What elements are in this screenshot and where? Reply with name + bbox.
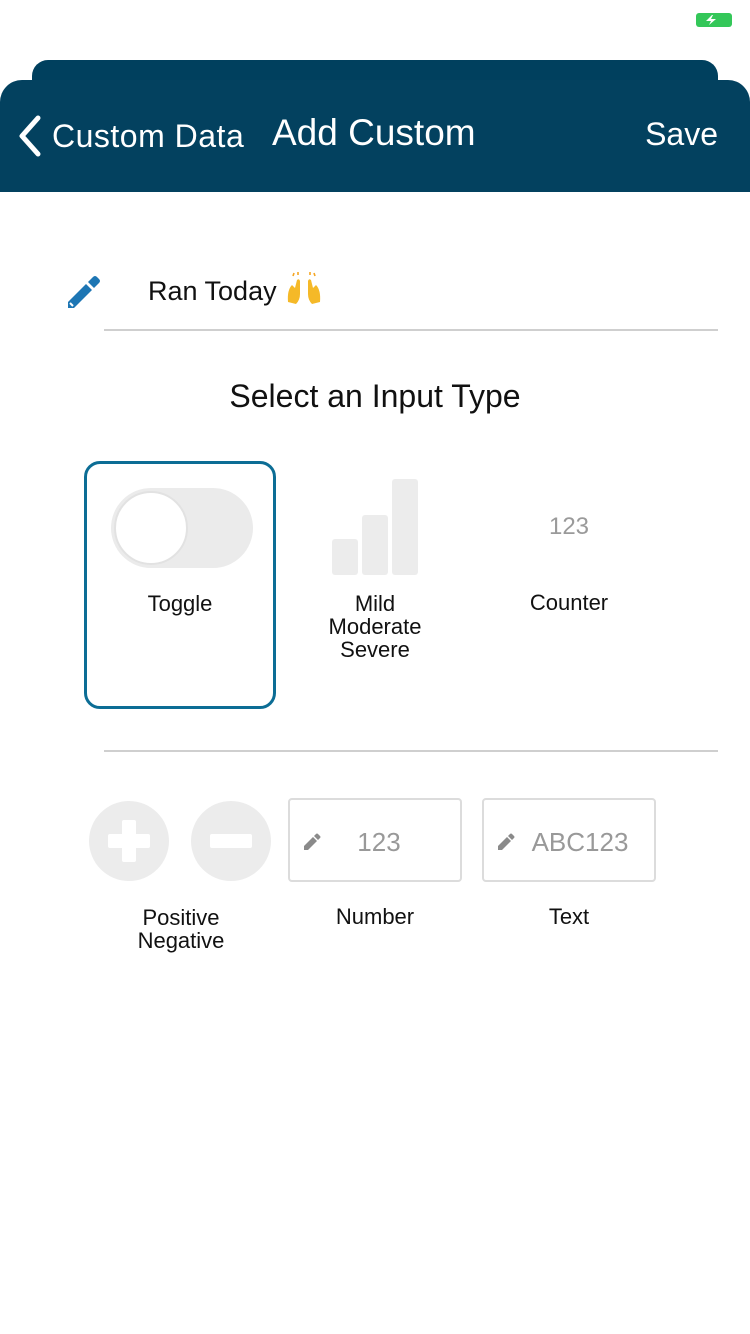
bar-high bbox=[392, 479, 418, 575]
plus-icon bbox=[108, 820, 150, 862]
text-label: Text bbox=[548, 904, 590, 929]
number-label: Number bbox=[335, 904, 415, 929]
section-title: Select an Input Type bbox=[229, 378, 521, 414]
save-button[interactable]: Save bbox=[645, 116, 718, 153]
severity-label-moderate: Moderate bbox=[328, 614, 422, 639]
custom-name-value: Ran Today bbox=[148, 276, 277, 306]
severity-bars-icon bbox=[323, 475, 418, 575]
text-value: ABC123 bbox=[531, 827, 629, 857]
toggle-knob bbox=[114, 491, 188, 565]
toggle-label: Toggle bbox=[147, 591, 213, 616]
input-type-number[interactable]: 123 bbox=[288, 798, 462, 882]
negative-label: Negative bbox=[137, 928, 225, 953]
chevron-left-icon bbox=[19, 115, 41, 157]
positive-negative-label: Positive Negative bbox=[84, 906, 278, 952]
raised-hands-icon bbox=[287, 272, 320, 304]
page-title: Add Custom bbox=[272, 112, 476, 153]
input-type-text[interactable]: ABC123 bbox=[482, 798, 656, 882]
navigation-bar: Custom Data Add Custom Save bbox=[0, 80, 750, 192]
pencil-icon bbox=[68, 276, 100, 308]
custom-name-row: Ran Today bbox=[0, 262, 750, 332]
negative-button[interactable] bbox=[191, 801, 271, 881]
severity-label: Mild Moderate Severe bbox=[279, 592, 471, 661]
bar-mid bbox=[362, 515, 388, 575]
custom-name-input[interactable]: Ran Today bbox=[148, 272, 323, 307]
input-type-severity[interactable]: Mild Moderate Severe bbox=[279, 461, 471, 709]
severity-label-severe: Severe bbox=[340, 637, 410, 662]
severity-label-mild: Mild bbox=[354, 591, 396, 616]
input-type-counter[interactable]: 123 Counter bbox=[473, 461, 665, 709]
positive-label: Positive bbox=[142, 905, 220, 930]
status-bar bbox=[0, 0, 750, 40]
battery-charging-icon bbox=[696, 13, 732, 27]
positive-button[interactable] bbox=[89, 801, 169, 881]
input-type-toggle[interactable]: Toggle bbox=[84, 461, 276, 709]
number-value: 123 bbox=[357, 827, 401, 857]
back-label: Custom Data bbox=[52, 117, 245, 154]
toggle-icon bbox=[111, 488, 253, 568]
minus-icon bbox=[210, 834, 252, 848]
bar-low bbox=[332, 539, 358, 575]
counter-label: Counter bbox=[529, 590, 609, 615]
counter-value: 123 bbox=[548, 513, 590, 540]
divider bbox=[104, 329, 718, 331]
back-button[interactable]: Custom Data bbox=[16, 110, 244, 162]
divider bbox=[104, 750, 718, 752]
